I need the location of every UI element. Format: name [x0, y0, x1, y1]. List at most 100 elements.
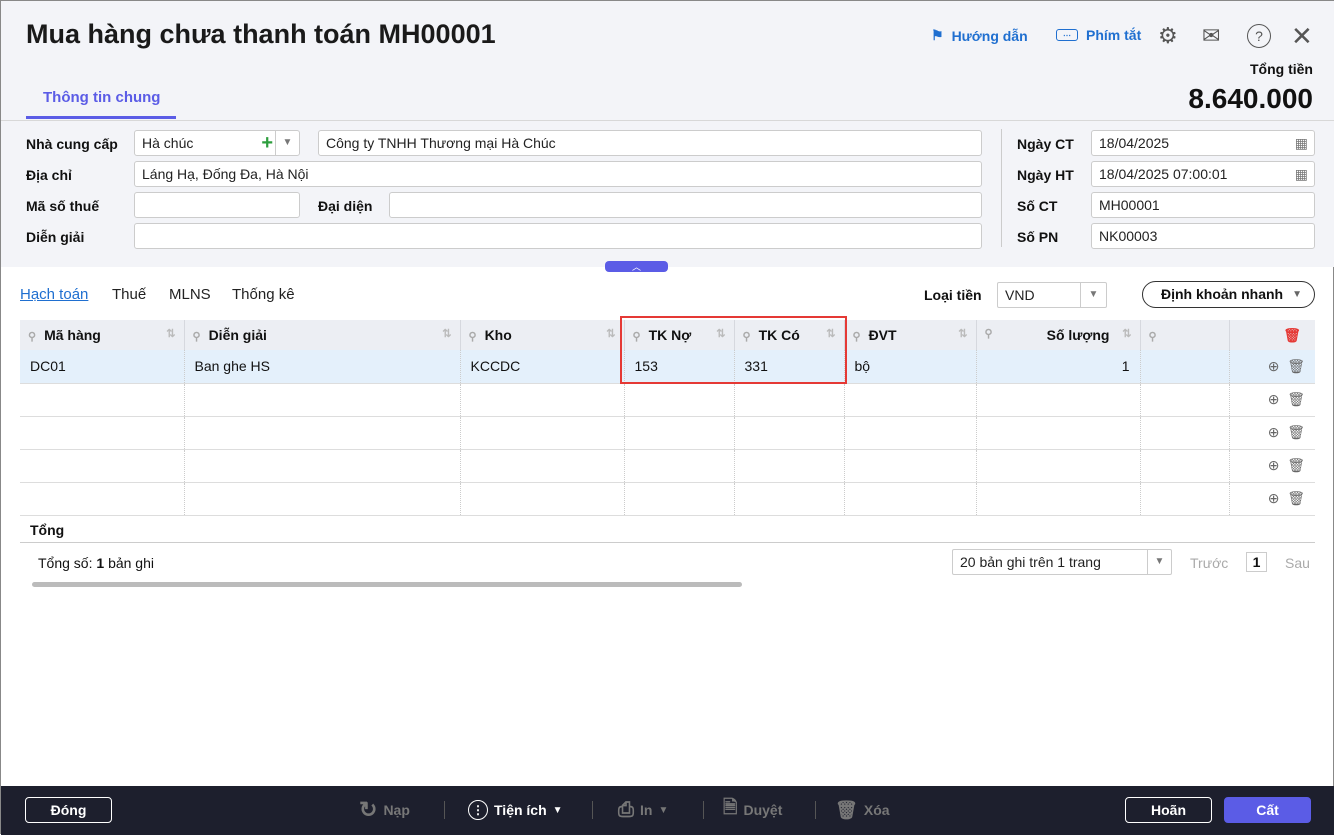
current-page[interactable]: 1	[1246, 552, 1267, 572]
col-label: Kho	[484, 327, 512, 343]
close-button[interactable]: Đóng	[25, 797, 112, 823]
mail-icon[interactable]: ✉	[1202, 23, 1220, 49]
pin-icon[interactable]: ⚲	[469, 331, 477, 343]
keyboard-icon: ⋯	[1056, 29, 1078, 41]
divider	[815, 801, 816, 819]
count-prefix: Tổng số:	[38, 555, 93, 571]
tab-thong-ke[interactable]: Thống kê	[232, 286, 295, 303]
reload-button[interactable]: ↻ Nạp	[359, 797, 410, 823]
pin-icon[interactable]: ⚲	[193, 331, 201, 343]
print-label: In	[640, 802, 653, 818]
sort-icon[interactable]: ⇅	[166, 327, 175, 340]
collapse-toggle[interactable]: ︿	[605, 261, 668, 272]
desc-input[interactable]	[134, 223, 982, 249]
date-ht-label: Ngày HT	[1017, 167, 1074, 183]
horizontal-scrollbar[interactable]	[32, 582, 742, 587]
tax-input[interactable]	[134, 192, 300, 218]
date-ct-value: 18/04/2025	[1099, 135, 1170, 151]
sort-icon[interactable]: ⇅	[958, 327, 967, 340]
add-row-icon[interactable]: ⊕	[1268, 358, 1280, 374]
col-more[interactable]: ⚲	[1140, 320, 1230, 350]
add-icon[interactable]: +	[261, 131, 273, 155]
divider	[1, 120, 1334, 121]
rep-input[interactable]	[389, 192, 982, 218]
save-button[interactable]: Cất	[1224, 797, 1311, 823]
prev-page[interactable]: Trước	[1190, 555, 1228, 571]
sort-icon[interactable]: ⇅	[442, 327, 451, 340]
row-actions: ⊕ 🗑	[1229, 350, 1315, 384]
table-row[interactable]: ⊕ 🗑	[20, 482, 1315, 516]
page-size-select[interactable]: 20 bản ghi trên 1 trang ▼	[952, 549, 1172, 575]
cell-dvt[interactable]: bộ	[844, 350, 977, 384]
calendar-icon[interactable]: ▦	[1295, 162, 1308, 186]
col-dvt[interactable]: ⚲ ĐVT ⇅	[844, 320, 977, 350]
tab-thue[interactable]: Thuế	[112, 286, 146, 303]
pin-icon[interactable]: ⚲	[1149, 331, 1157, 343]
table-row[interactable]: ⊕ 🗑	[20, 383, 1315, 417]
col-kho[interactable]: ⚲ Kho ⇅	[460, 320, 625, 350]
add-row-icon[interactable]: ⊕	[1268, 424, 1280, 440]
col-so-luong[interactable]: ⚲ Số lượng ⇅	[976, 320, 1141, 350]
pin-icon[interactable]: ⚲	[28, 331, 36, 343]
supplier-code-input[interactable]: Hà chúc + ▼	[134, 130, 300, 156]
trash-icon[interactable]: 🗑	[1287, 391, 1305, 407]
supplier-code-value: Hà chúc	[142, 135, 194, 151]
cell-more[interactable]	[1140, 350, 1230, 384]
date-ht-input[interactable]: 18/04/2025 07:00:01 ▦	[1091, 161, 1315, 187]
reload-label: Nạp	[383, 802, 410, 818]
currency-label: Loại tiền	[924, 287, 982, 303]
help-icon[interactable]: ?	[1247, 24, 1271, 48]
divider	[20, 542, 1315, 543]
guide-link[interactable]: ⚑ Hướng dẫn	[931, 27, 1028, 44]
add-row-icon[interactable]: ⊕	[1268, 391, 1280, 407]
print-button[interactable]: ⎙ In ▼	[618, 797, 668, 823]
delete-all-icon[interactable]: 🗑	[1283, 327, 1301, 343]
cancel-button[interactable]: Hoãn	[1125, 797, 1212, 823]
quick-entry-button[interactable]: Định khoản nhanh ▼	[1142, 281, 1315, 308]
signpost-icon: ⚑	[931, 27, 944, 43]
trash-icon[interactable]: 🗑	[1287, 358, 1305, 374]
gear-icon[interactable]: ⚙	[1158, 23, 1178, 49]
chevron-up-icon: ︿	[631, 262, 641, 272]
supplier-label: Nhà cung cấp	[26, 136, 118, 152]
add-row-icon[interactable]: ⊕	[1268, 490, 1280, 506]
currency-select[interactable]: VND ▼	[997, 282, 1107, 308]
table-row[interactable]: ⊕ 🗑	[20, 416, 1315, 450]
sort-icon[interactable]: ⇅	[1122, 327, 1131, 340]
pin-icon[interactable]: ⚲	[985, 327, 993, 340]
col-ma-hang[interactable]: ⚲ Mã hàng ⇅	[20, 320, 185, 350]
trash-icon[interactable]: 🗑	[1287, 424, 1305, 440]
col-dien-giai[interactable]: ⚲ Diễn giải ⇅	[184, 320, 461, 350]
so-ct-input[interactable]: MH00001	[1091, 192, 1315, 218]
utilities-button[interactable]: ⋮ Tiện ích ▼	[468, 797, 563, 823]
address-label: Địa chỉ	[26, 167, 72, 183]
shortcuts-link[interactable]: ⋯ Phím tắt	[1056, 27, 1141, 43]
close-icon[interactable]: ✕	[1291, 21, 1313, 52]
sort-icon[interactable]: ⇅	[606, 327, 615, 340]
trash-icon[interactable]: 🗑	[1287, 490, 1305, 506]
col-label: Số lượng	[1046, 327, 1110, 343]
delete-button[interactable]: 🗑 Xóa	[835, 797, 890, 823]
chevron-down-icon[interactable]: ▼	[275, 131, 299, 155]
pin-icon[interactable]: ⚲	[853, 331, 861, 343]
tab-mlns[interactable]: MLNS	[169, 286, 211, 303]
date-ct-input[interactable]: 18/04/2025 ▦	[1091, 130, 1315, 156]
tab-general-info[interactable]: Thông tin chung	[43, 89, 160, 106]
add-row-icon[interactable]: ⊕	[1268, 457, 1280, 473]
address-input[interactable]: Láng Hạ, Đống Đa, Hà Nội	[134, 161, 982, 187]
calendar-icon[interactable]: ▦	[1295, 131, 1308, 155]
trash-icon[interactable]: 🗑	[1287, 457, 1305, 473]
cell-ma-hang[interactable]: DC01	[20, 350, 185, 384]
cell-dien-giai[interactable]: Ban ghe HS	[184, 350, 461, 384]
next-page[interactable]: Sau	[1285, 555, 1310, 571]
cell-so-luong[interactable]: 1	[976, 350, 1141, 384]
so-pn-input[interactable]: NK00003	[1091, 223, 1315, 249]
table-row[interactable]: ⊕ 🗑	[20, 449, 1315, 483]
printer-icon: ⎙	[618, 798, 634, 821]
supplier-name-input[interactable]: Công ty TNHH Thương mại Hà Chúc	[318, 130, 982, 156]
cell-kho[interactable]: KCCDC	[460, 350, 625, 384]
chevron-down-icon: ▼	[1292, 289, 1302, 300]
record-count: Tổng số: 1 bản ghi	[38, 555, 154, 571]
approve-button[interactable]: 🗎 Duyệt	[723, 797, 782, 823]
tab-hach-toan[interactable]: Hạch toán	[20, 286, 88, 303]
